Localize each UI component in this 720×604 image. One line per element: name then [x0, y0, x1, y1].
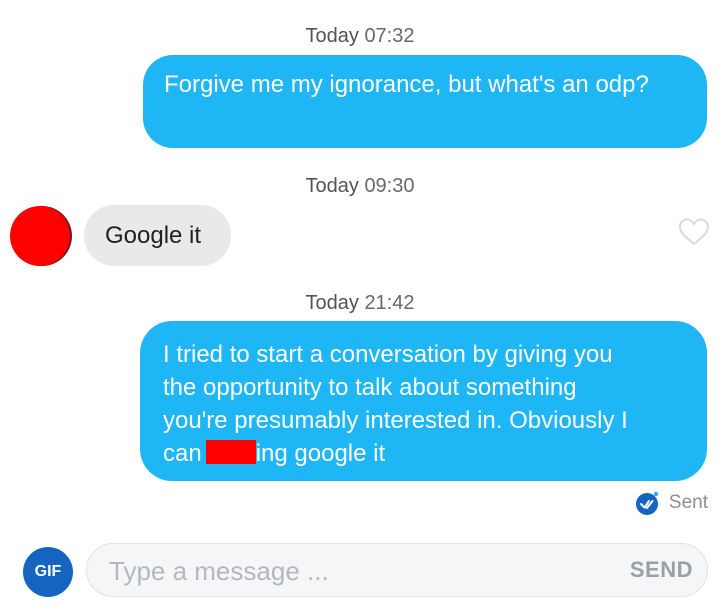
- heart-outline-icon[interactable]: [678, 217, 710, 247]
- incoming-message-bubble[interactable]: Google it: [84, 205, 231, 266]
- outgoing-message-bubble[interactable]: I tried to start a conversation by givin…: [140, 321, 707, 481]
- gif-button[interactable]: GIF: [23, 547, 73, 597]
- timestamp-time: 07:32: [364, 25, 415, 47]
- message-timestamp: Today 21:42: [0, 292, 720, 315]
- message-timestamp: Today 09:30: [0, 175, 720, 198]
- message-text-fragment: can: [163, 440, 202, 467]
- outgoing-message-bubble[interactable]: Forgive me my ignorance, but what's an o…: [143, 55, 707, 148]
- timestamp-time: 09:30: [364, 175, 415, 197]
- timestamp-day: Today: [305, 25, 359, 47]
- timestamp-time: 21:42: [364, 292, 415, 314]
- message-text-line: the opportunity to talk about something: [163, 374, 577, 401]
- send-button[interactable]: SEND: [630, 557, 693, 583]
- message-status: Sent: [635, 490, 708, 516]
- sent-check-icon: [635, 491, 659, 515]
- message-text-line: can ing google it: [163, 437, 691, 470]
- redaction-box: [205, 440, 256, 464]
- message-text-line: you're presumably interested in. Obvious…: [163, 407, 628, 434]
- message-text: Forgive me my ignorance, but what's an o…: [164, 71, 649, 98]
- avatar[interactable]: [10, 206, 70, 266]
- timestamp-day: Today: [305, 175, 359, 197]
- message-timestamp: Today 07:32: [0, 25, 720, 48]
- message-input[interactable]: [107, 552, 581, 590]
- gif-label: GIF: [34, 563, 62, 580]
- sent-label: Sent: [668, 492, 708, 513]
- message-text-fragment: ing google it: [255, 440, 386, 467]
- timestamp-day: Today: [305, 292, 359, 314]
- message-composer: SEND: [86, 543, 708, 597]
- message-text-line: I tried to start a conversation by givin…: [163, 341, 613, 368]
- chat-screen: Today 07:32 Forgive me my ignorance, but…: [0, 0, 720, 604]
- message-text: Google it: [105, 221, 202, 249]
